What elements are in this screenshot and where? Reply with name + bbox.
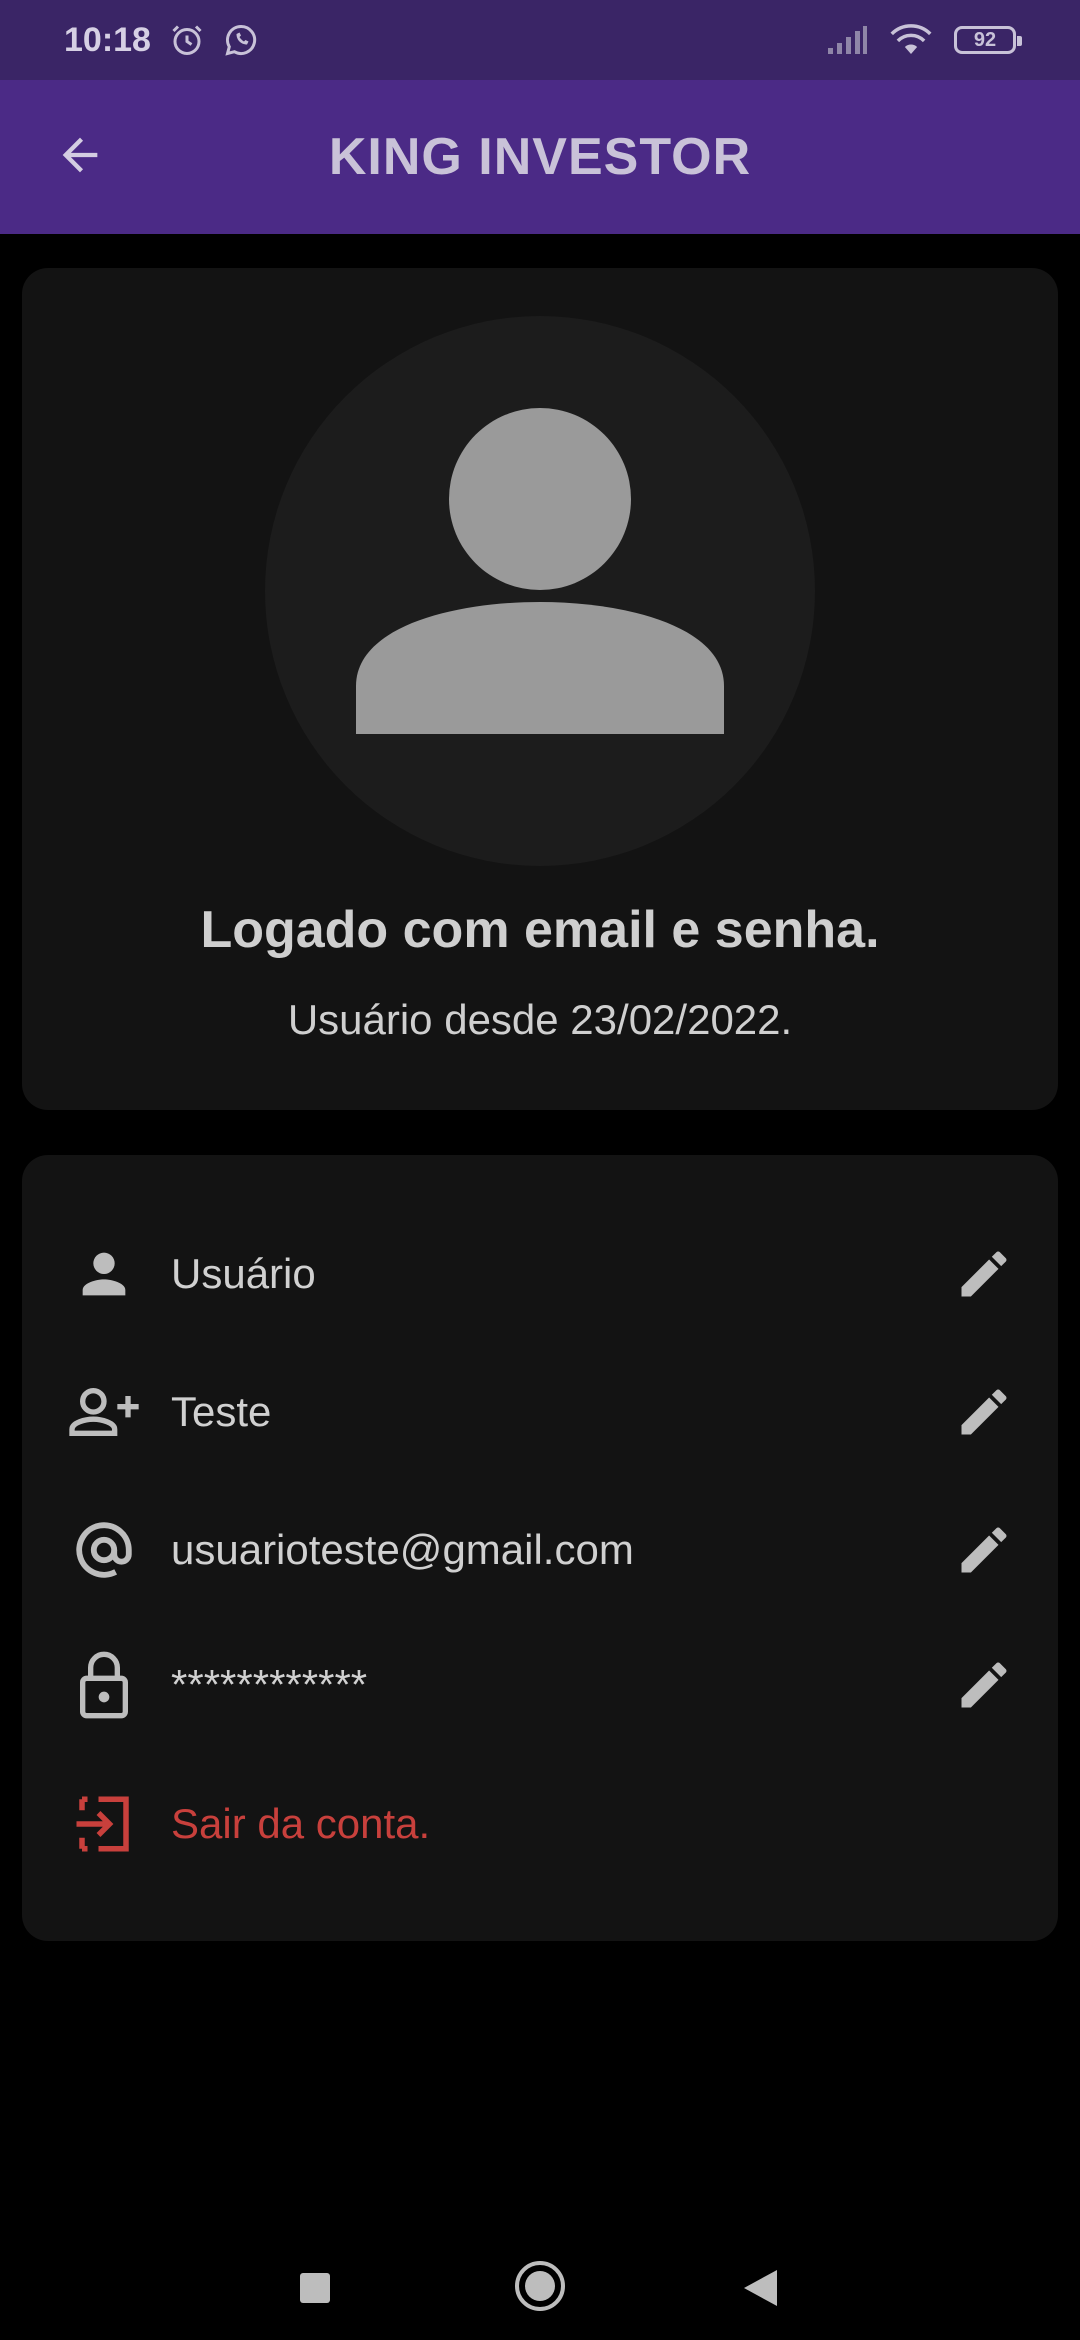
app-title: KING INVESTOR — [328, 128, 752, 186]
logout-label: Sair da conta. — [171, 1800, 431, 1847]
login-method-text: Logado com email e senha. — [200, 901, 880, 959]
email-value: usuarioteste@gmail.com — [171, 1526, 634, 1573]
status-time: 10:18 — [64, 20, 151, 59]
wifi-icon — [890, 24, 932, 56]
password-row: ************ — [22, 1630, 1058, 1740]
pencil-icon — [961, 1389, 1007, 1435]
home-circle-icon — [513, 2259, 567, 2318]
pencil-icon — [961, 1662, 1007, 1708]
at-sign-icon — [60, 1506, 148, 1594]
battery-icon: 92 — [954, 26, 1022, 54]
recents-square-icon — [298, 2271, 332, 2310]
lock-icon — [60, 1641, 148, 1729]
back-button[interactable] — [40, 117, 120, 197]
signal-icon — [826, 24, 868, 56]
home-button[interactable] — [510, 2258, 570, 2318]
alarm-icon — [169, 22, 205, 58]
profile-card: Logado com email e senha. Usuário desde … — [22, 268, 1058, 1110]
edit-name-button[interactable] — [944, 1234, 1024, 1314]
back-triangle-icon — [741, 2268, 779, 2313]
system-back-button[interactable] — [730, 2260, 790, 2320]
person-icon — [60, 1230, 148, 1318]
edit-password-button[interactable] — [944, 1645, 1024, 1725]
status-left: 10:18 — [64, 21, 259, 60]
status-right: 92 — [826, 24, 1022, 56]
avatar[interactable] — [265, 316, 815, 866]
recents-button[interactable] — [285, 2260, 345, 2320]
surname-row: Teste — [22, 1357, 1058, 1467]
logout-icon — [60, 1780, 148, 1868]
edit-email-button[interactable] — [944, 1510, 1024, 1590]
member-since-text: Usuário desde 23/02/2022. — [287, 996, 793, 1043]
password-value: ************ — [171, 1661, 368, 1708]
person-add-icon — [60, 1368, 148, 1456]
name-row: Usuário — [22, 1219, 1058, 1329]
email-row: usuarioteste@gmail.com — [22, 1495, 1058, 1605]
pencil-icon — [961, 1527, 1007, 1573]
edit-surname-button[interactable] — [944, 1372, 1024, 1452]
arrow-back-icon — [54, 129, 106, 186]
pencil-icon — [961, 1251, 1007, 1297]
whatsapp-icon — [223, 22, 259, 58]
status-bar: 10:18 92 — [0, 0, 1080, 80]
system-nav-bar — [0, 2220, 1080, 2340]
account-info-card: Usuário Teste usuarioteste@gmail.com ***… — [22, 1155, 1058, 1941]
person-icon — [356, 408, 724, 734]
name-value: Usuário — [171, 1250, 316, 1297]
logout-button[interactable]: Sair da conta. — [22, 1769, 1058, 1879]
surname-value: Teste — [171, 1388, 272, 1435]
app-bar: KING INVESTOR — [0, 80, 1080, 234]
